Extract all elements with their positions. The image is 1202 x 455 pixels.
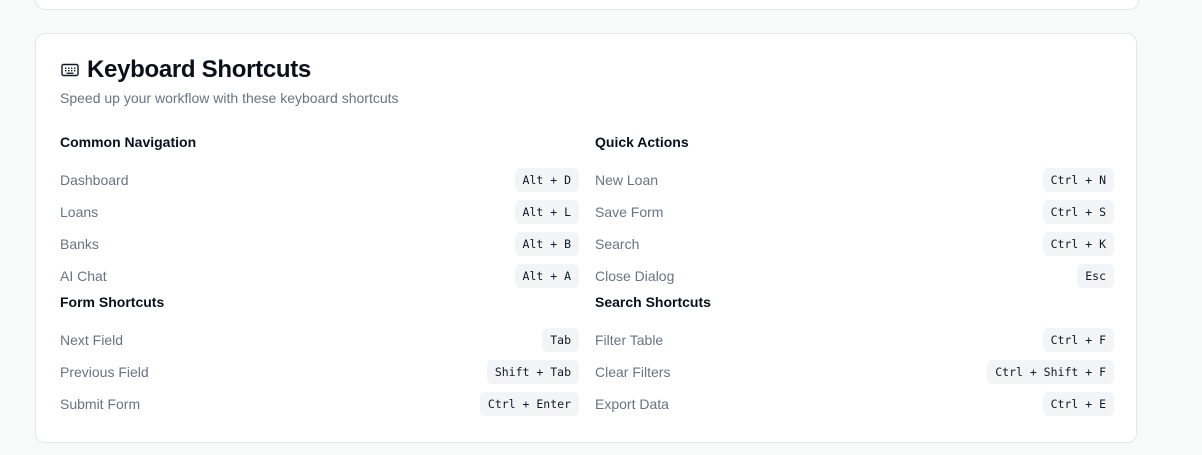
shortcut-keys: Ctrl + F (1042, 328, 1114, 352)
shortcut-keys: Ctrl + E (1042, 392, 1114, 416)
shortcut-label: Close Dialog (595, 268, 675, 284)
section-title: Form Shortcuts (60, 294, 165, 310)
section-title: Quick Actions (595, 134, 689, 150)
keyboard-icon (60, 60, 80, 80)
shortcut-label: Dashboard (60, 172, 129, 188)
shortcut-keys: Ctrl + Enter (479, 392, 579, 416)
shortcut-row: Save Form Ctrl + S (595, 196, 1114, 228)
shortcut-keys: Shift + Tab (486, 360, 579, 384)
shortcut-row: Dashboard Alt + D (60, 164, 579, 196)
shortcut-row: AI Chat Alt + A (60, 260, 579, 292)
shortcut-keys: Alt + B (514, 232, 579, 256)
shortcut-row: Export Data Ctrl + E (595, 388, 1114, 420)
shortcut-label: New Loan (595, 172, 659, 188)
shortcut-row: Loans Alt + L (60, 196, 579, 228)
card-title: Keyboard Shortcuts (87, 56, 311, 83)
shortcut-row: Filter Table Ctrl + F (595, 324, 1114, 356)
shortcut-row: Submit Form Ctrl + Enter (60, 388, 579, 420)
shortcut-row: Clear Filters Ctrl + Shift + F (595, 356, 1114, 388)
left-column: Common Navigation Dashboard Alt + D Loan… (60, 134, 579, 420)
keyboard-shortcuts-card: Keyboard Shortcuts Speed up your workflo… (35, 33, 1137, 443)
shortcut-keys: Alt + A (514, 264, 579, 288)
shortcut-row: Banks Alt + B (60, 228, 579, 260)
shortcut-row: Close Dialog Esc (595, 260, 1114, 292)
group-quick-actions: Quick Actions New Loan Ctrl + N Save For… (595, 134, 1114, 292)
previous-card (35, 0, 1139, 10)
shortcut-label: Previous Field (60, 364, 149, 380)
card-subtitle: Speed up your workflow with these keyboa… (60, 90, 399, 106)
shortcut-label: Export Data (595, 396, 669, 412)
shortcut-keys: Alt + D (514, 168, 579, 192)
group-form-shortcuts: Form Shortcuts Next Field Tab Previous F… (60, 294, 579, 420)
group-common-navigation: Common Navigation Dashboard Alt + D Loan… (60, 134, 579, 292)
card-header: Keyboard Shortcuts (60, 56, 311, 84)
shortcut-keys: Alt + L (514, 200, 579, 224)
right-column: Quick Actions New Loan Ctrl + N Save For… (595, 134, 1114, 420)
shortcut-label: Clear Filters (595, 364, 671, 380)
shortcut-label: Search (595, 236, 640, 252)
group-search-shortcuts: Search Shortcuts Filter Table Ctrl + F C… (595, 294, 1114, 420)
shortcut-label: Next Field (60, 332, 124, 348)
shortcut-row: Previous Field Shift + Tab (60, 356, 579, 388)
shortcut-keys: Ctrl + Shift + F (987, 360, 1114, 384)
shortcut-label: Banks (60, 236, 99, 252)
shortcut-row: Next Field Tab (60, 324, 579, 356)
shortcut-row: New Loan Ctrl + N (595, 164, 1114, 196)
shortcut-row: Search Ctrl + K (595, 228, 1114, 260)
shortcut-keys: Tab (542, 328, 579, 352)
shortcut-label: Submit Form (60, 396, 141, 412)
section-title: Common Navigation (60, 134, 197, 150)
shortcut-keys: Ctrl + N (1042, 168, 1114, 192)
shortcut-label: Loans (60, 204, 99, 220)
shortcut-keys: Ctrl + S (1042, 200, 1114, 224)
shortcut-label: Filter Table (595, 332, 664, 348)
shortcut-keys: Ctrl + K (1042, 232, 1114, 256)
shortcut-label: Save Form (595, 204, 664, 220)
shortcut-keys: Esc (1077, 264, 1114, 288)
shortcut-label: AI Chat (60, 268, 107, 284)
section-title: Search Shortcuts (595, 294, 711, 310)
